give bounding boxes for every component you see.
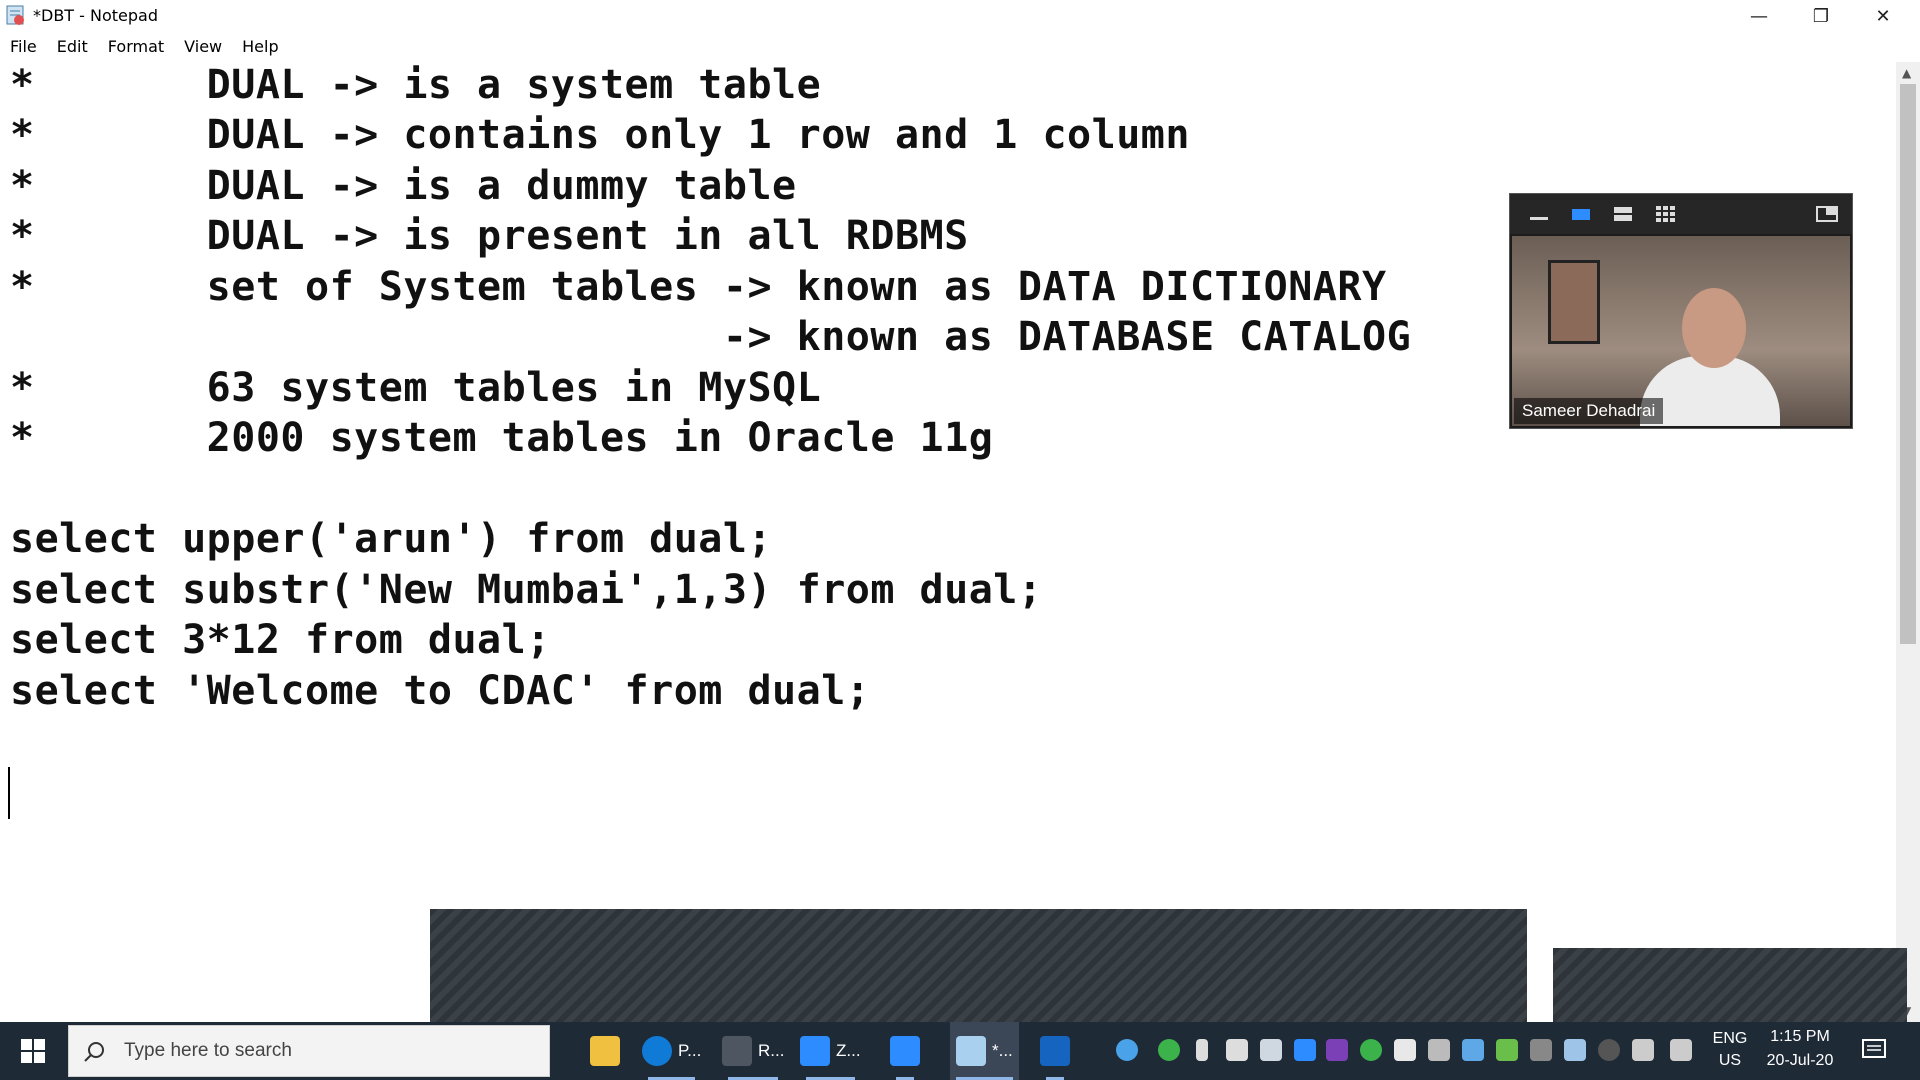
- window-title: *DBT - Notepad: [33, 6, 159, 25]
- editor-line: * DUAL -> is a system table: [10, 62, 822, 108]
- zoom-icon: [800, 1036, 830, 1066]
- volume-icon[interactable]: [1632, 1039, 1654, 1061]
- taskbar-app-zoom-meeting[interactable]: [890, 1022, 920, 1080]
- zoom-meeting-icon: [890, 1036, 920, 1066]
- text-caret: [8, 767, 10, 819]
- defender-icon[interactable]: [1394, 1039, 1416, 1061]
- scroll-up-icon[interactable]: ▲: [1902, 66, 1911, 80]
- menu-help[interactable]: Help: [232, 37, 288, 56]
- editor-line: select 3*12 from dual;: [10, 617, 551, 663]
- editor-line: select substr('New Mumbai',1,3) from dua…: [10, 567, 1043, 613]
- clock-time[interactable]: 1:15 PM: [1762, 1028, 1838, 1046]
- display-icon[interactable]: [1530, 1039, 1552, 1061]
- screen-share-overlay: [1553, 948, 1907, 1022]
- taskbar-app-edge[interactable]: P...: [642, 1022, 701, 1080]
- notepad-icon: [6, 5, 24, 25]
- notification-center-icon: [1862, 1039, 1886, 1058]
- editor-line: * 2000 system tables in Oracle 11g: [10, 415, 994, 461]
- file-explorer-icon: [590, 1036, 620, 1066]
- language-indicator[interactable]: ENG: [1712, 1030, 1748, 1048]
- minimize-button[interactable]: —: [1728, 0, 1790, 32]
- minimize-icon: —: [1750, 5, 1768, 27]
- taskbar-app-label: Z...: [836, 1041, 861, 1060]
- taskbar-app-label: P...: [678, 1041, 702, 1060]
- video-toolbar: [1510, 194, 1852, 234]
- taskbar-search-box[interactable]: Type here to search: [68, 1025, 550, 1077]
- menu-file[interactable]: File: [0, 37, 47, 56]
- active-speaker-icon[interactable]: [1570, 204, 1592, 224]
- taskbar-app-notepad[interactable]: *...: [950, 1022, 1019, 1080]
- restore-button[interactable]: ❐: [1790, 0, 1852, 32]
- onenote-icon[interactable]: [1326, 1039, 1348, 1061]
- vertical-scrollbar[interactable]: ▲ ▼: [1896, 62, 1920, 1022]
- screen-share-overlay: [430, 909, 1527, 1022]
- gallery-grid-icon[interactable]: [1654, 204, 1676, 224]
- minimize-video-icon[interactable]: [1528, 204, 1550, 224]
- participant-name: Sameer Dehadrai: [1514, 398, 1664, 424]
- snowflake-icon[interactable]: [1462, 1039, 1484, 1061]
- pen-tablet-icon[interactable]: [1564, 1039, 1586, 1061]
- start-button[interactable]: [0, 1022, 66, 1080]
- participant-head: [1682, 288, 1746, 368]
- scrollbar-thumb[interactable]: [1900, 84, 1916, 644]
- battery-icon[interactable]: [1226, 1039, 1248, 1061]
- notifications-button[interactable]: [1860, 1036, 1888, 1064]
- menu-edit[interactable]: Edit: [47, 37, 98, 56]
- notepad-icon: [956, 1036, 986, 1066]
- taskbar-app-file-explorer[interactable]: [590, 1022, 620, 1080]
- wall-picture: [1548, 260, 1600, 344]
- close-icon: ✕: [1875, 5, 1891, 27]
- security-check-icon[interactable]: [1158, 1039, 1180, 1061]
- sql-app-icon: [722, 1036, 752, 1066]
- taskbar-app-label: *...: [992, 1041, 1013, 1060]
- microphone-icon[interactable]: [1196, 1039, 1208, 1061]
- bluetooth-icon[interactable]: [1598, 1039, 1620, 1061]
- taskbar-app-zoom[interactable]: Z...: [800, 1022, 861, 1080]
- editor-line: select upper('arun') from dual;: [10, 516, 773, 562]
- taskbar: Type here to search P... R... Z... *...: [0, 1022, 1920, 1080]
- exit-floating-icon[interactable]: [1816, 204, 1838, 224]
- menu-format[interactable]: Format: [98, 37, 174, 56]
- edge-icon: [642, 1036, 672, 1066]
- editor-line: select 'Welcome to CDAC' from dual;: [10, 668, 871, 714]
- update-icon[interactable]: [1360, 1039, 1382, 1061]
- editor-line: * 63 system tables in MySQL: [10, 365, 822, 411]
- taskbar-app-whiteboard[interactable]: [1040, 1022, 1070, 1080]
- speaker-strip-icon[interactable]: [1612, 204, 1634, 224]
- pen-icon[interactable]: [1670, 1039, 1692, 1061]
- editor-line: * DUAL -> contains only 1 row and 1 colu…: [10, 112, 1190, 158]
- help-icon[interactable]: [1116, 1039, 1138, 1061]
- region-indicator[interactable]: US: [1712, 1052, 1748, 1070]
- title-bar: *DBT - Notepad — ❐ ✕: [0, 0, 1920, 32]
- nvidia-icon[interactable]: [1496, 1039, 1518, 1061]
- clock-date[interactable]: 20-Jul-20: [1758, 1052, 1842, 1070]
- editor-line: * set of System tables -> known as DATA …: [10, 264, 1387, 310]
- search-icon: [84, 1042, 104, 1062]
- wifi-icon[interactable]: [1428, 1039, 1450, 1061]
- menu-view[interactable]: View: [174, 37, 232, 56]
- editor-line: * DUAL -> is a dummy table: [10, 163, 797, 209]
- taskbar-app-label: R...: [758, 1041, 785, 1060]
- close-button[interactable]: ✕: [1852, 0, 1914, 32]
- search-placeholder: Type here to search: [124, 1040, 292, 1061]
- zoom-tray-icon[interactable]: [1294, 1039, 1316, 1061]
- editor-line: -> known as DATABASE CATALOG: [10, 314, 1412, 360]
- steam-icon[interactable]: [1260, 1039, 1282, 1061]
- participant-video: Sameer Dehadrai: [1512, 236, 1850, 426]
- video-panel[interactable]: Sameer Dehadrai: [1509, 193, 1853, 429]
- windows-logo-icon: [21, 1039, 45, 1063]
- menu-bar: File Edit Format View Help: [0, 32, 1920, 60]
- restore-icon: ❐: [1812, 5, 1830, 27]
- editor-line: * DUAL -> is present in all RDBMS: [10, 213, 969, 259]
- whiteboard-icon: [1040, 1036, 1070, 1066]
- taskbar-app-sql[interactable]: R...: [722, 1022, 784, 1080]
